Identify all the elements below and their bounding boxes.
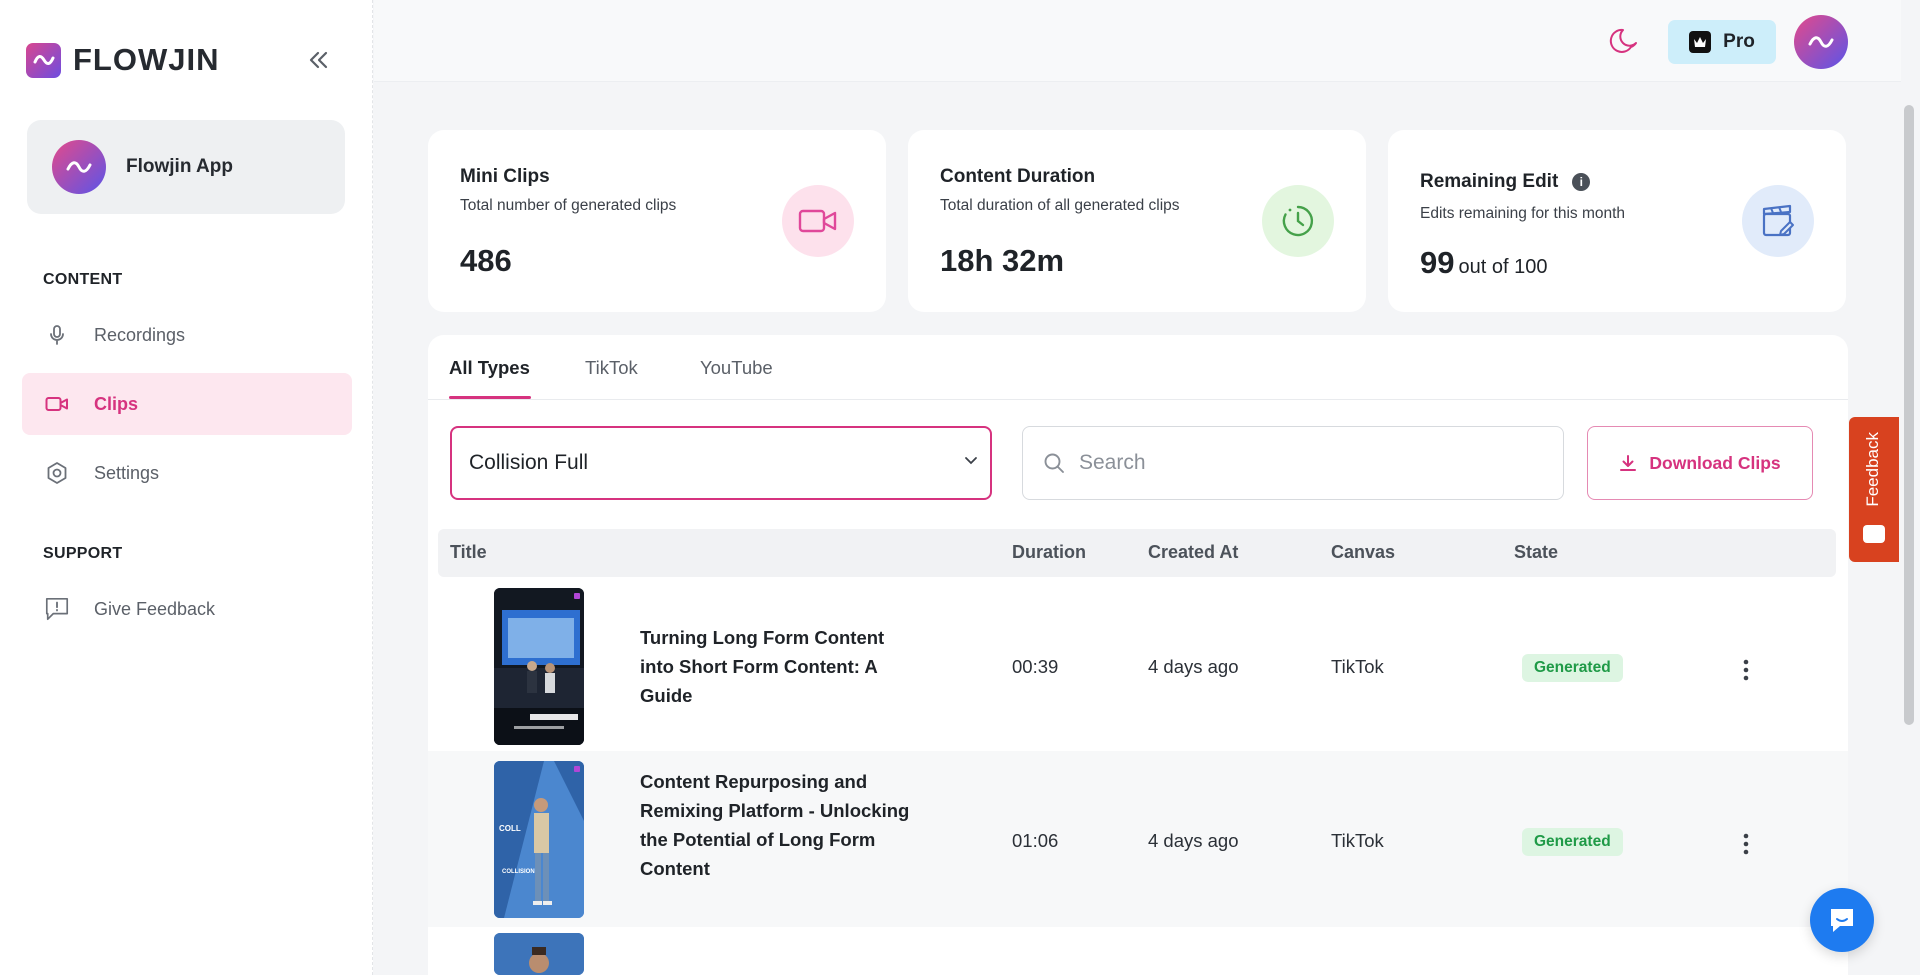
search-icon xyxy=(1044,453,1064,473)
recording-select-value: Collision Full xyxy=(469,451,589,474)
column-header-state[interactable]: State xyxy=(1514,542,1558,563)
table-row[interactable]: Turning Long Form Content into Short For… xyxy=(428,581,1848,751)
user-avatar[interactable] xyxy=(1794,15,1848,69)
video-camera-icon xyxy=(782,185,854,257)
clapperboard-edit-icon xyxy=(1742,185,1814,257)
more-vertical-icon xyxy=(1743,833,1749,855)
microphone-icon xyxy=(44,322,70,348)
table-header: Title Duration Created At Canvas State xyxy=(438,529,1836,577)
collapse-sidebar-button[interactable] xyxy=(302,46,334,74)
top-bar: Pro xyxy=(374,0,1901,82)
table-row[interactable]: COLL COLLISION Content Repurposing and Re… xyxy=(428,751,1848,927)
download-icon xyxy=(1620,455,1637,471)
clip-duration: 00:39 xyxy=(1012,656,1059,677)
recording-select[interactable]: Collision Full xyxy=(450,426,992,500)
app-logo[interactable]: FLOWJIN xyxy=(26,42,220,78)
dark-mode-toggle[interactable] xyxy=(1604,20,1646,62)
pro-upgrade-button[interactable]: Pro xyxy=(1668,20,1776,64)
flowjin-logo-icon xyxy=(26,42,61,78)
sidebar-item-label: Clips xyxy=(94,393,139,414)
workspace-name: Flowjin App xyxy=(126,156,233,177)
search-input[interactable] xyxy=(1079,451,1519,475)
clip-created-at: 4 days ago xyxy=(1148,830,1239,851)
workspace-avatar xyxy=(52,140,106,194)
stat-value: 99 xyxy=(1420,245,1455,280)
tab-bar: All Types TikTok YouTube xyxy=(428,335,1848,400)
column-header-title[interactable]: Title xyxy=(450,542,487,563)
row-actions-button[interactable] xyxy=(1734,829,1758,859)
table-row[interactable] xyxy=(428,927,1848,975)
column-header-duration[interactable]: Duration xyxy=(1012,542,1086,563)
pro-label: Pro xyxy=(1723,31,1755,52)
crown-icon xyxy=(1689,31,1712,53)
svg-text:COLLISION: COLLISION xyxy=(502,869,535,875)
more-vertical-icon xyxy=(1743,659,1749,681)
sidebar-item-give-feedback[interactable]: Give Feedback xyxy=(22,578,352,640)
clip-canvas: TikTok xyxy=(1331,830,1384,851)
sidebar-item-label: Recordings xyxy=(94,324,186,345)
column-header-canvas[interactable]: Canvas xyxy=(1331,542,1395,563)
main-content: Pro Mini Clips Total number of generated… xyxy=(374,0,1920,975)
status-badge: Generated xyxy=(1522,654,1623,682)
stat-card-mini-clips: Mini Clips Total number of generated cli… xyxy=(428,130,886,312)
download-clips-label: Download Clips xyxy=(1649,452,1781,473)
tab-youtube[interactable]: YouTube xyxy=(700,357,773,379)
status-badge: Generated xyxy=(1522,828,1623,856)
row-actions-button[interactable] xyxy=(1734,655,1758,685)
clip-created-at: 4 days ago xyxy=(1148,656,1239,677)
sidebar: FLOWJIN Flowjin App CONTENT Recordings C… xyxy=(0,0,373,975)
settings-icon xyxy=(44,460,70,486)
clips-panel: All Types TikTok YouTube Collision Full … xyxy=(428,335,1848,975)
column-header-created-at[interactable]: Created At xyxy=(1148,542,1238,563)
section-label-support: SUPPORT xyxy=(43,545,123,562)
clip-thumbnail[interactable] xyxy=(494,933,584,975)
sidebar-item-recordings[interactable]: Recordings xyxy=(22,304,352,366)
workspace-switcher[interactable]: Flowjin App xyxy=(27,120,345,214)
clip-title[interactable]: Turning Long Form Content into Short For… xyxy=(640,623,910,710)
video-camera-icon xyxy=(44,391,70,417)
svg-text:COLL: COLL xyxy=(499,824,521,833)
feedback-message-icon xyxy=(44,596,70,622)
chat-icon xyxy=(1831,909,1853,932)
chevron-down-icon xyxy=(965,457,977,465)
clock-icon xyxy=(1262,185,1334,257)
stat-card-content-duration: Content Duration Total duration of all g… xyxy=(908,130,1366,312)
active-tab-indicator xyxy=(449,396,531,399)
clip-duration: 01:06 xyxy=(1012,830,1059,851)
feedback-widget-icon xyxy=(1863,525,1885,543)
moon-icon xyxy=(1609,28,1637,53)
page-scrollbar[interactable] xyxy=(1904,105,1914,725)
feedback-side-tab[interactable]: Feedback xyxy=(1849,417,1899,562)
info-icon[interactable]: i xyxy=(1572,173,1591,191)
search-field xyxy=(1022,426,1564,500)
section-label-content: CONTENT xyxy=(43,271,123,288)
stat-title: Remaining Edit xyxy=(1420,171,1559,192)
feedback-side-label: Feedback xyxy=(1863,432,1882,507)
download-clips-button[interactable]: Download Clips xyxy=(1587,426,1813,500)
clip-title[interactable]: Content Repurposing and Remixing Platfor… xyxy=(640,767,910,883)
sidebar-item-clips[interactable]: Clips xyxy=(22,373,352,435)
sidebar-item-label: Settings xyxy=(94,462,160,483)
stat-card-remaining-edit: Remaining Edit i Edits remaining for thi… xyxy=(1388,130,1846,312)
chat-support-button[interactable] xyxy=(1810,888,1874,952)
double-chevron-left-icon xyxy=(309,51,328,69)
tab-all-types[interactable]: All Types xyxy=(449,357,530,379)
tab-tiktok[interactable]: TikTok xyxy=(585,357,638,379)
sidebar-item-settings[interactable]: Settings xyxy=(22,442,352,504)
stat-value-suffix: out of 100 xyxy=(1458,256,1548,278)
sidebar-item-label: Give Feedback xyxy=(94,598,216,619)
clip-thumbnail[interactable]: COLL COLLISION xyxy=(494,761,584,918)
clip-thumbnail[interactable] xyxy=(494,588,584,745)
app-name: FLOWJIN xyxy=(73,42,220,77)
clip-canvas: TikTok xyxy=(1331,656,1384,677)
